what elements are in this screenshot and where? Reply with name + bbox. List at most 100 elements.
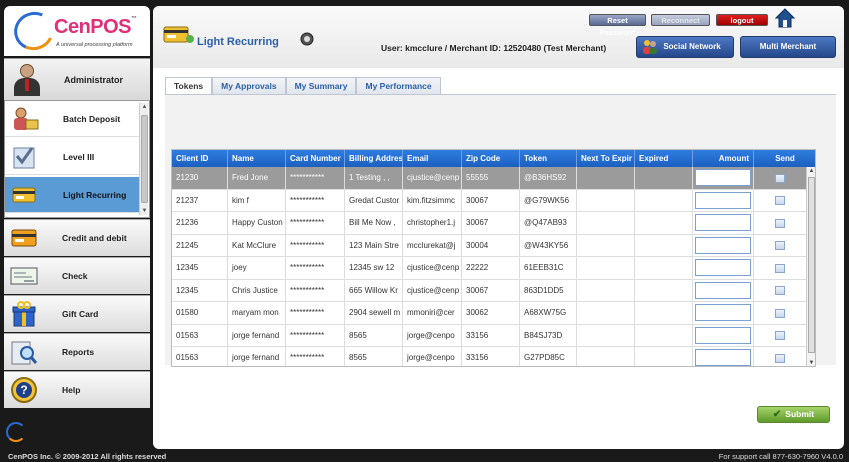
nav-gift-card[interactable]: Gift Card <box>4 295 150 332</box>
nav-check[interactable]: Check <box>4 257 150 294</box>
table-row[interactable]: 12345 joey *********** 12345 sw 12 cjustice@… <box>172 257 807 280</box>
table-cell <box>635 279 693 302</box>
submit-button[interactable]: ✔ Submit <box>757 406 830 423</box>
send-checkbox[interactable] <box>775 331 785 340</box>
amount-cell <box>693 189 754 212</box>
table-cell: 8565 <box>345 347 403 366</box>
table-row[interactable]: 21236 Happy Custon *********** Bill Me Now … <box>172 212 807 235</box>
tab-my-performance[interactable]: My Performance <box>356 77 441 95</box>
send-checkbox[interactable] <box>775 308 785 318</box>
table-row[interactable]: 01563 jorge fernand *********** 8565 jorge@c… <box>172 347 807 366</box>
nav-item-label: Reports <box>62 347 95 357</box>
table-cell: *********** <box>286 234 345 257</box>
submenu-scrollbar[interactable]: ▲ ▼ <box>139 103 148 215</box>
column-header[interactable]: Token <box>520 150 577 167</box>
info-icon[interactable] <box>300 32 320 56</box>
amount-input[interactable] <box>695 236 751 254</box>
table-cell: 21230 <box>172 167 228 189</box>
send-checkbox[interactable] <box>775 286 785 295</box>
sidebar-item-light-recurring[interactable]: Light Recurring <box>5 177 139 213</box>
tab-my-approvals[interactable]: My Approvals <box>212 77 286 95</box>
sidebar-item-level-iii[interactable]: Level III <box>5 139 139 175</box>
scroll-up-icon[interactable]: ▲ <box>140 103 149 111</box>
column-header[interactable]: Client ID <box>172 150 228 167</box>
table-scrollbar[interactable]: ▲ ▼ <box>806 167 815 366</box>
sidebar-footer <box>4 416 150 449</box>
column-header[interactable]: Send <box>754 150 815 167</box>
table-cell <box>577 234 635 257</box>
send-checkbox[interactable] <box>775 196 785 205</box>
tab-my-summary[interactable]: My Summary <box>285 77 357 95</box>
submit-label: Submit <box>785 409 815 419</box>
table-row[interactable]: 12345 Chris Justice *********** 665 Willow … <box>172 279 807 302</box>
table-cell: 12345 <box>172 257 228 279</box>
table-row[interactable]: 01580 maryam mon *********** 2904 sewell mm… <box>172 302 807 325</box>
amount-cell <box>693 234 754 257</box>
table-cell: B84SJ73D <box>520 324 577 347</box>
table-cell: christopher1.j <box>403 212 462 234</box>
table-cell: 8565 <box>345 324 403 347</box>
send-cell <box>754 347 807 366</box>
table-cell <box>635 234 693 257</box>
social-network-button[interactable]: Social Network <box>636 36 734 58</box>
svg-text:?: ? <box>20 383 27 397</box>
send-checkbox[interactable] <box>775 218 785 228</box>
sidebar-item-batch-deposit[interactable]: Batch Deposit <box>5 101 139 137</box>
send-checkbox[interactable] <box>775 173 785 183</box>
send-checkbox[interactable] <box>775 353 785 363</box>
send-cell <box>754 212 807 234</box>
table-cell: 30067 <box>462 279 520 302</box>
amount-input[interactable] <box>695 169 751 186</box>
table-cell: kim f <box>228 189 286 212</box>
amount-input[interactable] <box>695 326 751 344</box>
amount-input[interactable] <box>695 304 751 321</box>
amount-input[interactable] <box>695 281 751 299</box>
send-checkbox[interactable] <box>775 241 785 250</box>
column-header[interactable]: Name <box>228 150 286 167</box>
scroll-up-icon[interactable]: ▲ <box>807 167 815 175</box>
nav-help[interactable]: ? Help <box>4 371 150 408</box>
amount-input[interactable] <box>695 349 751 366</box>
reconnect-button[interactable]: Reconnect <box>651 14 710 26</box>
nav-item-label: Credit and debit <box>62 233 127 243</box>
amount-input[interactable] <box>695 214 751 231</box>
column-header[interactable]: Expired <box>635 150 693 167</box>
social-network-label: Social Network <box>663 42 721 51</box>
table-cell: 01580 <box>172 302 228 324</box>
scroll-down-icon[interactable]: ▼ <box>807 359 815 366</box>
home-icon[interactable] <box>774 8 796 28</box>
column-header[interactable]: Zip Code <box>462 150 520 167</box>
send-checkbox[interactable] <box>775 263 785 273</box>
administrator-avatar-icon <box>14 63 40 96</box>
logout-button[interactable]: logout <box>716 14 768 26</box>
scroll-thumb[interactable] <box>141 115 148 203</box>
table-row[interactable]: 21230 Fred Jone *********** 1 Testing , , cj… <box>172 167 807 190</box>
send-cell <box>754 167 807 189</box>
table-row[interactable]: 01563 jorge fernand *********** 8565 jorge@c… <box>172 324 807 347</box>
nav-credit-and-debit[interactable]: Credit and debit <box>4 219 150 256</box>
table-cell: 30067 <box>462 212 520 234</box>
column-header[interactable]: Billing Addres <box>345 150 403 167</box>
scroll-thumb[interactable] <box>808 177 815 353</box>
table-cell <box>577 257 635 279</box>
sidebar-item-label: Light Recurring <box>63 189 127 200</box>
logo-text: CenPOS™ <box>54 16 137 38</box>
amount-input[interactable] <box>695 191 751 209</box>
column-header[interactable]: Email <box>403 150 462 167</box>
table-row[interactable]: 21245 Kat McClure *********** 123 Main Stre… <box>172 234 807 257</box>
table-row[interactable]: 21237 kim f *********** Gredat Custor kim.fi… <box>172 189 807 212</box>
table-cell <box>635 302 693 324</box>
amount-input[interactable] <box>695 259 751 276</box>
nav-reports[interactable]: Reports <box>4 333 150 370</box>
table-cell: Gredat Custor <box>345 189 403 212</box>
column-header[interactable]: Card Number <box>286 150 345 167</box>
multi-merchant-button[interactable]: Multi Merchant <box>740 36 836 58</box>
reset-password-button[interactable]: Reset Password <box>589 14 646 37</box>
nav-item-label: Help <box>62 385 81 395</box>
table-cell: 30067 <box>462 189 520 212</box>
scroll-down-icon[interactable]: ▼ <box>140 207 149 215</box>
table-cell: 30062 <box>462 302 520 324</box>
column-header[interactable]: Next To Expir <box>577 150 635 167</box>
table-cell <box>577 212 635 234</box>
column-header[interactable]: Amount <box>693 150 754 167</box>
